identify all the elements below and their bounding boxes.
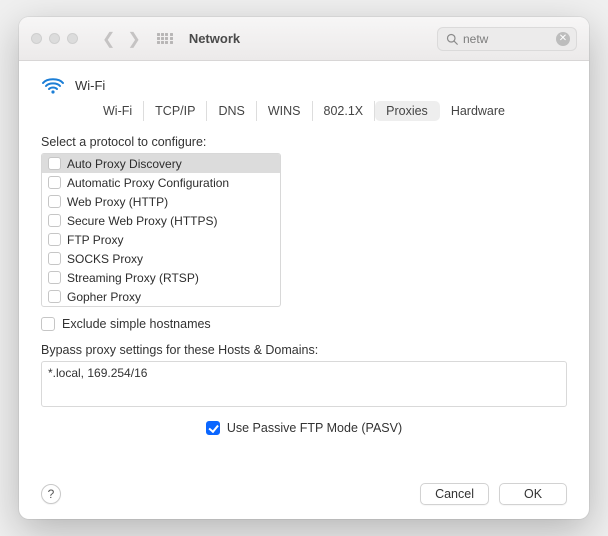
protocol-label: Web Proxy (HTTP) <box>67 195 168 209</box>
protocol-checkbox[interactable] <box>48 233 61 246</box>
minimize-dot[interactable] <box>49 33 60 44</box>
clear-icon[interactable]: ✕ <box>556 32 570 46</box>
pasv-label: Use Passive FTP Mode (PASV) <box>227 421 402 435</box>
protocol-checkbox[interactable] <box>48 252 61 265</box>
protocol-checkbox[interactable] <box>48 157 61 170</box>
protocol-label: Auto Proxy Discovery <box>67 157 182 171</box>
search-value: netw <box>458 32 556 46</box>
tab-dns[interactable]: DNS <box>207 101 256 121</box>
search-icon <box>446 33 458 45</box>
tab-proxies[interactable]: Proxies <box>375 101 440 121</box>
protocol-row[interactable]: SOCKS Proxy <box>42 249 280 268</box>
traffic-lights <box>31 33 78 44</box>
exclude-hostnames-checkbox[interactable] <box>41 317 55 331</box>
pasv-checkbox[interactable] <box>206 421 220 435</box>
titlebar: ❮ ❯ Network netw ✕ <box>19 17 589 61</box>
tab-802-1x[interactable]: 802.1X <box>313 101 376 121</box>
forward-icon[interactable]: ❯ <box>127 29 140 49</box>
protocol-checkbox[interactable] <box>48 176 61 189</box>
cancel-button[interactable]: Cancel <box>420 483 489 505</box>
tab-bar: Wi-FiTCP/IPDNSWINS802.1XProxiesHardware <box>41 101 567 121</box>
bypass-label: Bypass proxy settings for these Hosts & … <box>41 343 567 357</box>
tab-hardware[interactable]: Hardware <box>440 101 516 121</box>
protocol-label: Automatic Proxy Configuration <box>67 176 229 190</box>
pasv-row[interactable]: Use Passive FTP Mode (PASV) <box>41 421 567 435</box>
help-button[interactable]: ? <box>41 484 61 504</box>
wifi-icon <box>41 75 65 95</box>
content-area: Wi-Fi Wi-FiTCP/IPDNSWINS802.1XProxiesHar… <box>19 61 589 519</box>
select-protocol-label: Select a protocol to configure: <box>41 135 567 149</box>
apps-grid-icon[interactable] <box>157 31 173 47</box>
exclude-hostnames-row[interactable]: Exclude simple hostnames <box>41 317 567 331</box>
protocol-label: FTP Proxy <box>67 233 123 247</box>
protocol-label: SOCKS Proxy <box>67 252 143 266</box>
protocol-row[interactable]: Web Proxy (HTTP) <box>42 192 280 211</box>
protocol-row[interactable]: Automatic Proxy Configuration <box>42 173 280 192</box>
protocol-checkbox[interactable] <box>48 271 61 284</box>
window-title: Network <box>189 31 240 46</box>
protocol-label: Gopher Proxy <box>67 290 141 304</box>
protocol-row[interactable]: Gopher Proxy <box>42 287 280 306</box>
bypass-textarea[interactable]: *.local, 169.254/16 <box>41 361 567 407</box>
search-field[interactable]: netw ✕ <box>437 27 577 51</box>
protocol-label: Secure Web Proxy (HTTPS) <box>67 214 217 228</box>
protocol-checkbox[interactable] <box>48 290 61 303</box>
tab-tcp-ip[interactable]: TCP/IP <box>144 101 207 121</box>
protocol-checkbox[interactable] <box>48 195 61 208</box>
protocol-row[interactable]: Streaming Proxy (RTSP) <box>42 268 280 287</box>
protocol-label: Streaming Proxy (RTSP) <box>67 271 199 285</box>
nav-arrows: ❮ ❯ <box>102 29 141 49</box>
protocol-row[interactable]: FTP Proxy <box>42 230 280 249</box>
zoom-dot[interactable] <box>67 33 78 44</box>
bottom-bar: ? Cancel OK <box>41 483 567 505</box>
preferences-window: ❮ ❯ Network netw ✕ Wi-Fi Wi-FiTCP/IPDNSW… <box>19 17 589 519</box>
close-dot[interactable] <box>31 33 42 44</box>
protocol-list: Auto Proxy Discovery Automatic Proxy Conf… <box>41 153 281 307</box>
protocol-row[interactable]: Secure Web Proxy (HTTPS) <box>42 211 280 230</box>
protocol-row[interactable]: Auto Proxy Discovery <box>42 154 280 173</box>
interface-name: Wi-Fi <box>75 78 105 93</box>
ok-button[interactable]: OK <box>499 483 567 505</box>
interface-header: Wi-Fi <box>41 75 567 95</box>
protocol-checkbox[interactable] <box>48 214 61 227</box>
tab-wi-fi[interactable]: Wi-Fi <box>92 101 144 121</box>
exclude-hostnames-label: Exclude simple hostnames <box>62 317 211 331</box>
tab-wins[interactable]: WINS <box>257 101 313 121</box>
bypass-value: *.local, 169.254/16 <box>48 366 147 380</box>
back-icon[interactable]: ❮ <box>102 29 115 49</box>
